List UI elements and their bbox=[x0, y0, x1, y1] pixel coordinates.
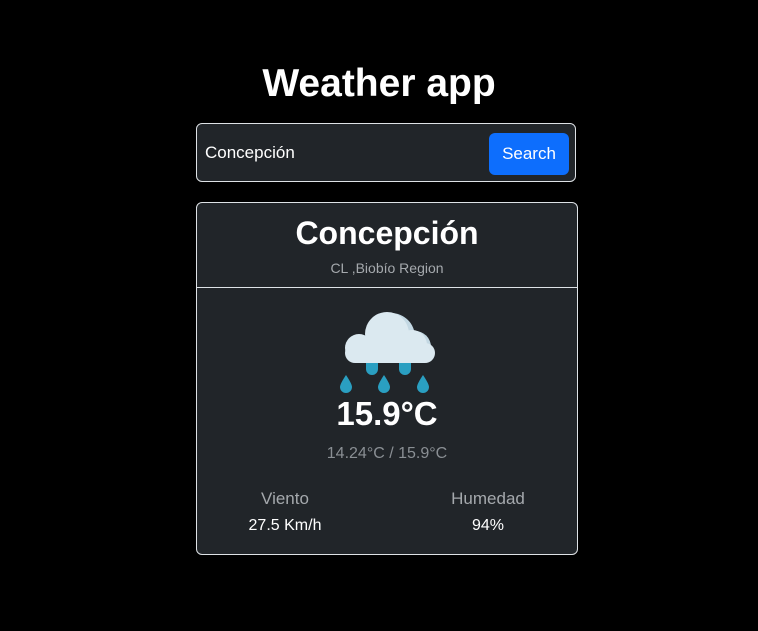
wind-label: Viento bbox=[261, 489, 309, 508]
search-bar: Search bbox=[196, 123, 576, 182]
temperature-range: 14.24°C / 15.9°C bbox=[326, 445, 448, 462]
current-temperature: 15.9°C bbox=[336, 395, 438, 432]
weather-card: Concepción CL ,Biobío Region 15.9°C 14.2… bbox=[196, 202, 578, 555]
card-header: Concepción CL ,Biobío Region bbox=[197, 203, 577, 288]
city-region: CL ,Biobío Region bbox=[330, 260, 444, 276]
search-input[interactable] bbox=[205, 134, 475, 172]
wind-value: 27.5 Km/h bbox=[248, 517, 322, 534]
page-title: Weather app bbox=[262, 62, 496, 105]
city-name: Concepción bbox=[295, 215, 479, 251]
humidity-value: 94% bbox=[471, 517, 505, 534]
wind-stat: Viento 27.5 Km/h bbox=[210, 488, 360, 537]
humidity-stat: Humedad 94% bbox=[413, 488, 563, 537]
search-button[interactable]: Search bbox=[489, 133, 569, 175]
humidity-label: Humedad bbox=[451, 489, 525, 508]
rain-cloud-icon bbox=[340, 312, 435, 393]
weather-app: Weather app Search Concepción CL ,Biobío… bbox=[0, 0, 758, 631]
